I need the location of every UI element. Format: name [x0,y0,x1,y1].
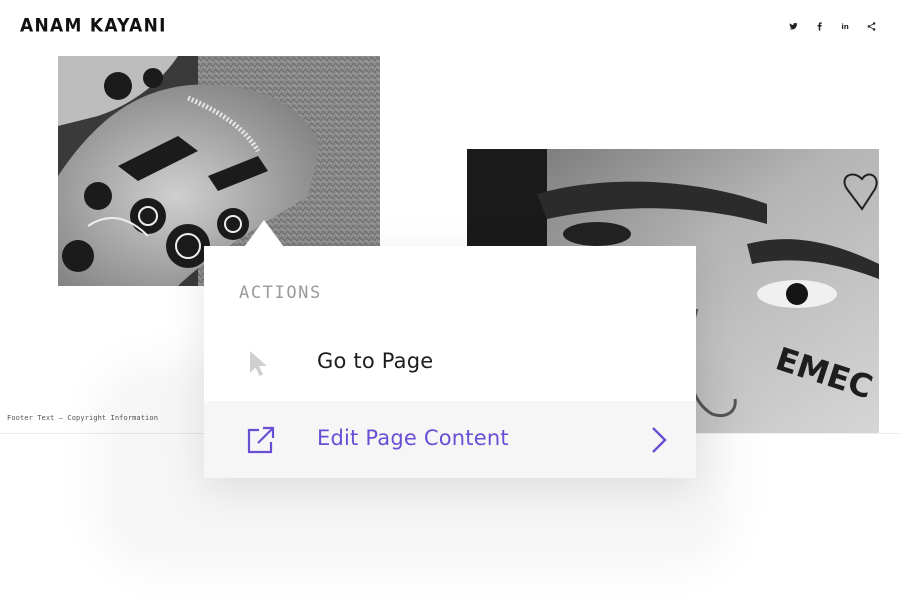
edit-page-content-action[interactable]: Edit Page Content [204,401,696,478]
twitter-icon[interactable] [789,22,798,31]
linkedin-icon[interactable]: in [841,22,850,31]
edit-page-content-label: Edit Page Content [317,426,509,450]
linkedin-label: in [841,22,849,31]
go-to-page-action[interactable]: Go to Page [204,324,696,401]
facebook-icon[interactable] [815,22,824,31]
cursor-pointer-icon [246,348,276,378]
social-links: in [789,22,876,31]
chevron-right-icon [650,425,668,455]
external-link-icon [246,425,276,455]
go-to-page-label: Go to Page [317,349,434,373]
site-title[interactable]: ANAM KAYANI [20,15,167,37]
popup-caret [244,220,284,247]
actions-popup: ACTIONS Go to Page Edit Page Content [204,220,696,478]
popup-heading: ACTIONS [239,283,322,303]
share-icon[interactable] [867,22,876,31]
